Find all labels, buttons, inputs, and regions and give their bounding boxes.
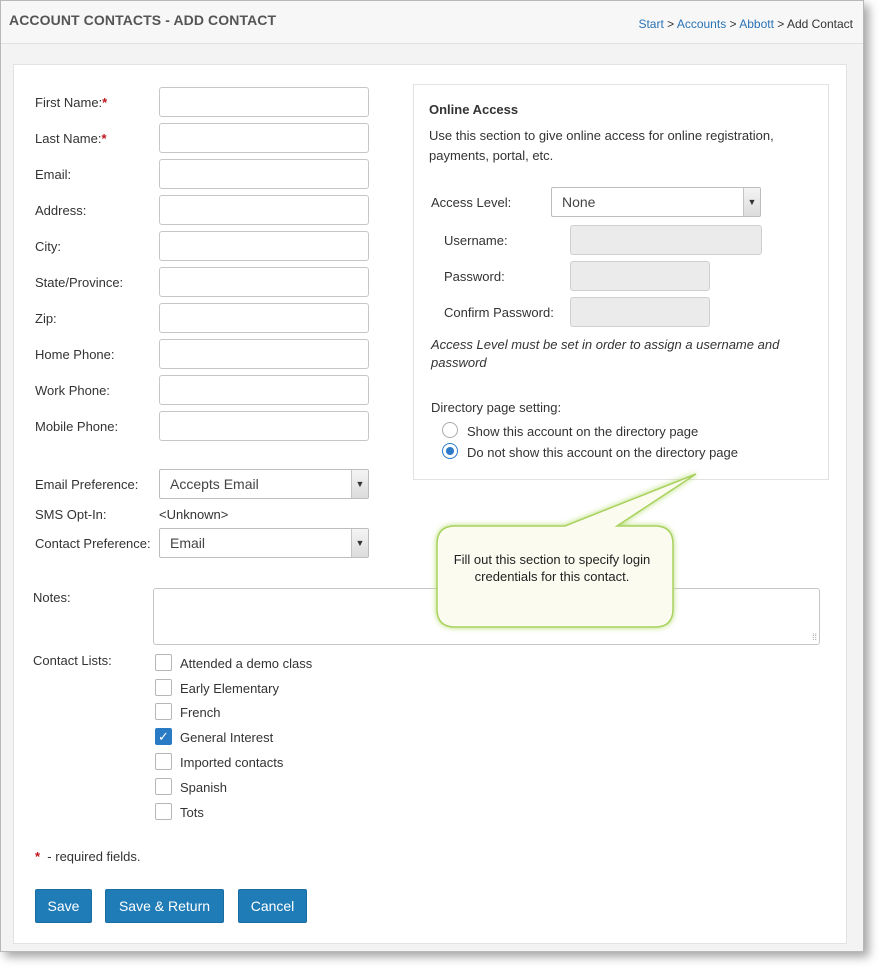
contact-list-label: Attended a demo class [180,656,313,671]
chevron-down-icon: ▼ [351,470,368,498]
resize-grip-icon[interactable]: ⁞⁞ [812,633,817,642]
required-note: * - required fields. [35,849,141,864]
directory-show-label: Show this account on the directory page [467,424,699,439]
contact-list-label: Imported contacts [180,755,284,770]
chevron-down-icon: ▼ [351,529,368,557]
contact-list-checkbox[interactable] [155,778,172,795]
zip-label: Zip: [35,311,57,326]
breadcrumb-separator: > [777,17,785,31]
cancel-button[interactable]: Cancel [238,889,307,923]
contact-list-label: Tots [180,805,204,820]
breadcrumb-separator: > [667,17,675,31]
state-input[interactable] [159,267,369,297]
home-phone-input[interactable] [159,339,369,369]
save-return-button[interactable]: Save & Return [105,889,224,923]
callout-text: Fill out this section to specify login c… [453,552,651,584]
breadcrumb: Start > Accounts > Abbott > Add Contact [638,17,853,31]
notes-textarea[interactable]: ⁞⁞ [153,588,820,645]
required-mark: * [35,849,41,864]
access-level-label: Access Level: [431,195,512,210]
home-phone-label: Home Phone: [35,347,115,362]
contact-list-checkbox[interactable] [155,679,172,696]
required-mark: * [101,131,107,146]
password-label: Password: [444,269,505,284]
contact-list-checkbox[interactable]: ✓ [155,728,172,745]
contact-list-checkbox[interactable] [155,753,172,770]
password-input[interactable] [570,261,710,291]
email-label: Email: [35,167,72,182]
chevron-down-icon: ▼ [743,188,760,216]
breadcrumb-start[interactable]: Start [638,17,663,31]
city-label: City: [35,239,61,254]
contact-list-label: Spanish [180,780,227,795]
contact-lists-label: Contact Lists: [33,653,112,668]
first-name-label-text: First Name: [35,95,103,110]
address-input[interactable] [159,195,369,225]
access-level-note: Access Level must be set in order to ass… [431,337,780,370]
work-phone-label: Work Phone: [35,383,110,398]
access-level-select[interactable]: None ▼ [551,187,761,217]
online-access-title: Online Access [429,102,519,117]
first-name-input[interactable] [159,87,369,117]
username-label: Username: [444,233,508,248]
zip-input[interactable] [159,303,369,333]
access-level-value: None [562,194,596,210]
email-preference-label: Email Preference: [35,477,139,492]
required-note-text: - required fields. [47,849,141,864]
email-input[interactable] [159,159,369,189]
page-header: ACCOUNT CONTACTS - ADD CONTACT Start > A… [1,1,863,44]
sms-opt-in-value: <Unknown> [159,507,229,522]
confirm-password-label: Confirm Password: [444,305,554,320]
directory-setting-label: Directory page setting: [431,400,562,415]
checkmark-icon: ✓ [158,729,169,744]
breadcrumb-accounts[interactable]: Accounts [677,17,726,31]
contact-list-label: General Interest [180,730,274,745]
breadcrumb-separator: > [729,17,737,31]
contact-preference-value: Email [170,535,206,551]
email-preference-select[interactable]: Accepts Email ▼ [159,469,369,499]
breadcrumb-current: Add Contact [786,17,853,31]
contact-preference-label: Contact Preference: [35,536,151,551]
contact-list-checkbox[interactable] [155,803,172,820]
last-name-input[interactable] [159,123,369,153]
contact-preference-select[interactable]: Email ▼ [159,528,369,558]
first-name-label: First Name:* [35,95,107,110]
save-button[interactable]: Save [35,889,92,923]
directory-hide-label: Do not show this account on the director… [467,445,738,460]
contact-list-checkbox[interactable] [155,703,172,720]
city-input[interactable] [159,231,369,261]
email-preference-value: Accepts Email [170,476,259,492]
state-label: State/Province: [35,275,124,290]
required-mark: * [102,95,108,110]
contact-list-label: Early Elementary [180,681,279,696]
contact-list-label: French [180,705,221,720]
contact-list-checkbox[interactable] [155,654,172,671]
username-input[interactable] [570,225,762,255]
confirm-password-input[interactable] [570,297,710,327]
mobile-phone-input[interactable] [159,411,369,441]
work-phone-input[interactable] [159,375,369,405]
online-access-description: Use this section to give online access f… [429,128,774,163]
directory-show-radio[interactable] [442,422,458,438]
last-name-label: Last Name:* [35,131,107,146]
breadcrumb-abbott[interactable]: Abbott [739,17,774,31]
mobile-phone-label: Mobile Phone: [35,419,119,434]
page-title: ACCOUNT CONTACTS - ADD CONTACT [9,12,277,28]
sms-opt-in-label: SMS Opt-In: [35,507,107,522]
directory-hide-radio[interactable] [442,443,458,459]
address-label: Address: [35,203,87,218]
last-name-label-text: Last Name: [35,131,102,146]
notes-label: Notes: [33,590,71,605]
